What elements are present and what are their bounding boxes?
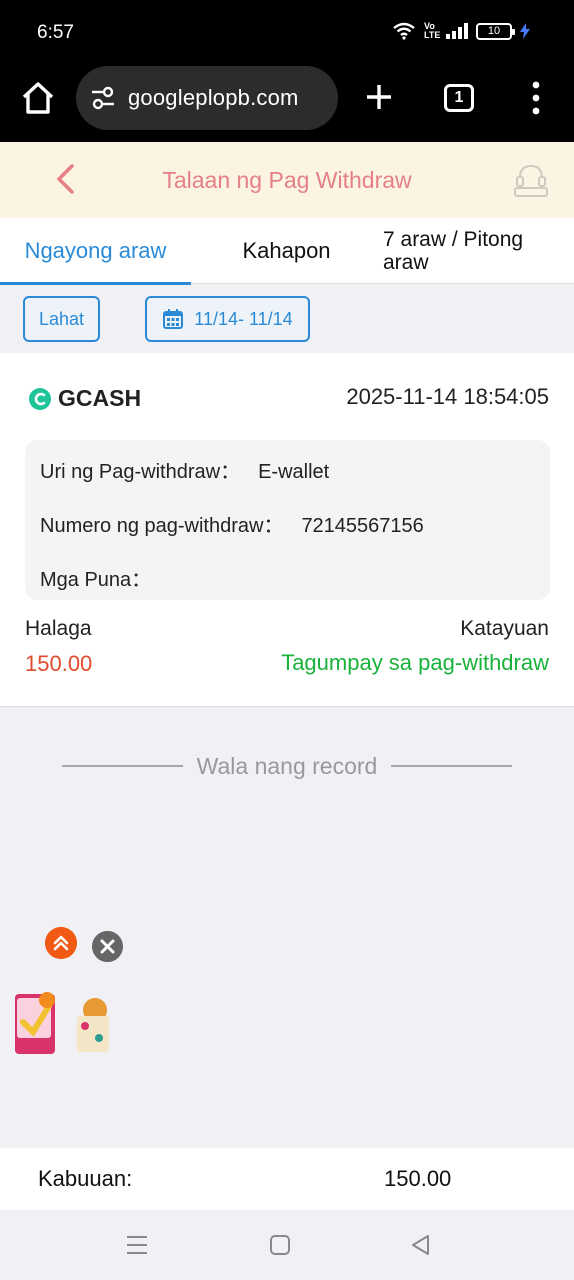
status-icons: Vo LTE 10 [392,22,530,40]
detail-label: Numero ng pag-withdraw： [40,515,284,537]
amount-value: 150.00 [25,651,93,676]
scroll-to-top-icon[interactable] [45,927,77,959]
tab-label: Kahapon [242,238,331,263]
detail-value: E-wallet [258,461,330,483]
detail-row-remarks: Mga Puna： [40,563,169,592]
wifi-icon [393,22,415,40]
new-tab-icon[interactable] [364,82,394,112]
back-arrow-icon[interactable] [50,162,80,196]
url-text[interactable]: googleplopb.com [128,85,299,111]
back-nav-icon[interactable] [408,1232,434,1258]
page-title: Talaan ng Pag Withdraw [162,167,412,193]
promo-banner-icon[interactable] [15,982,109,1056]
divider [391,765,512,767]
home-nav-icon[interactable] [267,1232,293,1258]
calendar-icon [163,309,184,329]
battery-icon: 10 [476,22,515,40]
volte-label: Vo LTE [424,21,441,40]
record-datetime: 2025-11-14 18:54:05 [346,384,549,409]
divider [62,765,183,767]
detail-row-type: Uri ng Pag-withdraw： E-wallet [40,455,329,484]
status-bar: 6:57 Vo LTE 10 [0,0,574,64]
tab-switcher-button[interactable]: 1 [444,84,474,112]
amount-label: Halaga [25,617,92,640]
type-filter-button[interactable]: Lahat [23,296,100,342]
site-settings-icon[interactable] [90,85,116,111]
no-more-text: Wala nang record [196,752,378,779]
status-time: 6:57 [37,22,74,43]
total-bar: Kabuuan: 150.00 [0,1148,574,1210]
detail-value: 72145567156 [301,515,424,537]
customer-service-icon[interactable] [512,162,550,198]
tab-seven-days[interactable]: 7 araw / Pitong araw [383,218,568,284]
status-label: Katayuan [460,617,549,640]
filter-bar: Lahat 11/14- 11/14 [0,285,574,353]
payment-method-name: GCASH [58,385,142,411]
app-header: Talaan ng Pag Withdraw [0,142,574,218]
tab-label: Ngayong araw [24,238,167,263]
tab-today[interactable]: Ngayong araw [0,218,191,285]
home-icon[interactable] [20,80,56,116]
charging-icon [520,23,530,39]
total-value: 150.00 [384,1166,452,1191]
browser-toolbar: googleplopb.com 1 [0,64,574,142]
payment-method: GCASH [28,385,141,412]
detail-label: Uri ng Pag-withdraw： [40,461,241,483]
gcash-logo-icon [29,387,51,410]
detail-row-number: Numero ng pag-withdraw： 72145567156 [40,509,424,538]
no-more-records: Wala nang record [62,750,512,782]
system-nav-bar [0,1210,574,1280]
date-range-button[interactable]: 11/14- 11/14 [145,296,310,342]
address-bar[interactable]: googleplopb.com [76,66,338,130]
recent-apps-icon[interactable] [124,1232,150,1258]
withdraw-record-card[interactable]: GCASH 2025-11-14 18:54:05 Uri ng Pag-wit… [0,353,574,707]
status-value: Tagumpay sa pag-withdraw [281,650,549,675]
date-range-label: 11/14- 11/14 [194,308,293,329]
date-tabs: Ngayong araw Kahapon 7 araw / Pitong ara… [0,218,574,285]
close-icon[interactable] [92,931,123,962]
record-details: Uri ng Pag-withdraw： E-wallet Numero ng p… [25,440,550,600]
tab-yesterday[interactable]: Kahapon [191,218,382,284]
more-menu-icon[interactable] [526,80,546,116]
tab-label: 7 araw / Pitong araw [383,228,524,274]
signal-icon [446,23,468,39]
detail-label: Mga Puna： [40,569,152,591]
total-label: Kabuuan: [38,1166,133,1191]
